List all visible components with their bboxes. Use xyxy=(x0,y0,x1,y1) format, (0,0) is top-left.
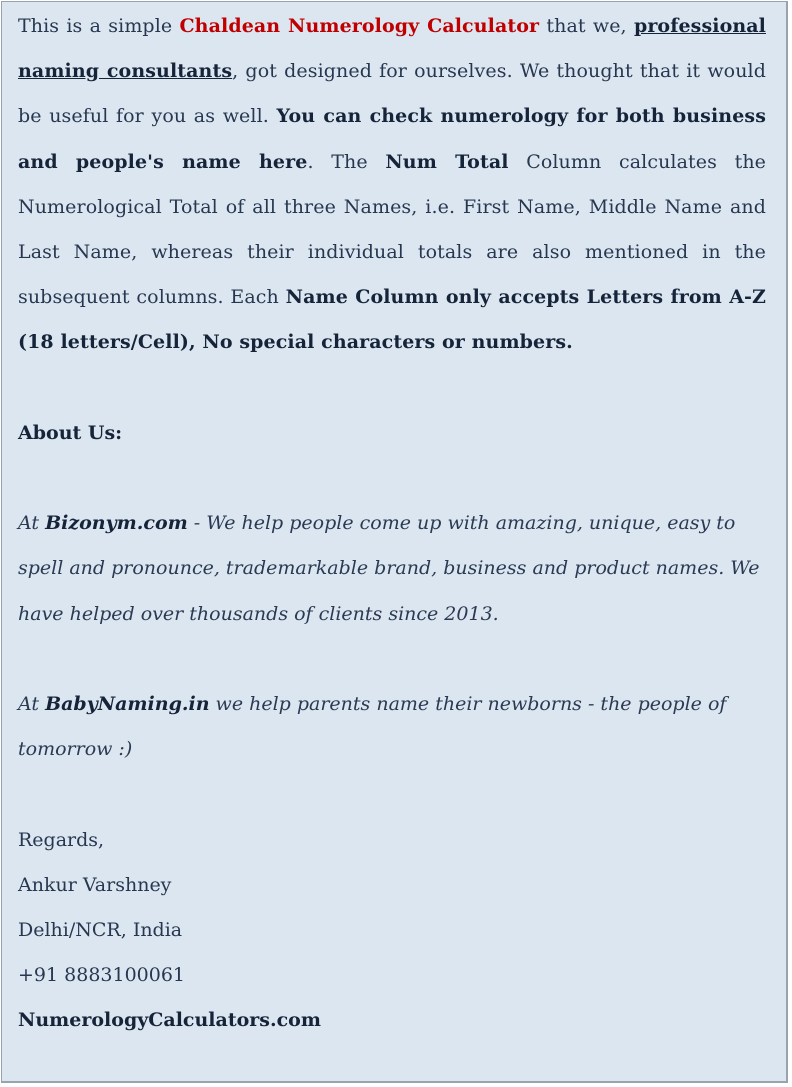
signature-name: Ankur Varshney xyxy=(18,873,172,896)
info-content: This is a simple Chaldean Numerology Cal… xyxy=(18,4,766,1044)
intro-paragraph: This is a simple Chaldean Numerology Cal… xyxy=(18,4,766,366)
bizonym-brand: Bizonym.com xyxy=(45,512,188,535)
about-us-heading: About Us: xyxy=(18,421,123,444)
babynaming-paragraph: At BabyNaming.in we help parents name th… xyxy=(18,682,766,772)
info-panel: This is a simple Chaldean Numerology Cal… xyxy=(1,1,788,1083)
intro-text-2: that we, xyxy=(539,15,634,37)
signature-regards: Regards, xyxy=(18,828,105,851)
intro-text-5: Column calculates the Numerological Tota… xyxy=(18,150,766,309)
signature-phone: +91 8883100061 xyxy=(18,964,186,987)
signature-location: Delhi/NCR, India xyxy=(18,919,183,941)
num-total-label: Num Total xyxy=(385,150,509,173)
babynaming-prefix: At xyxy=(18,693,46,715)
intro-text-4: . The xyxy=(307,150,386,173)
bizonym-prefix: At xyxy=(18,512,46,535)
bizonym-paragraph: At Bizonym.com - We help people come up … xyxy=(18,501,766,637)
calculator-name: Chaldean Numerology Calculator xyxy=(179,15,540,37)
babynaming-brand: BabyNaming.in xyxy=(45,693,210,715)
intro-text-1: This is a simple xyxy=(18,15,180,37)
signature-website: NumerologyCalculators.com xyxy=(18,1009,321,1032)
